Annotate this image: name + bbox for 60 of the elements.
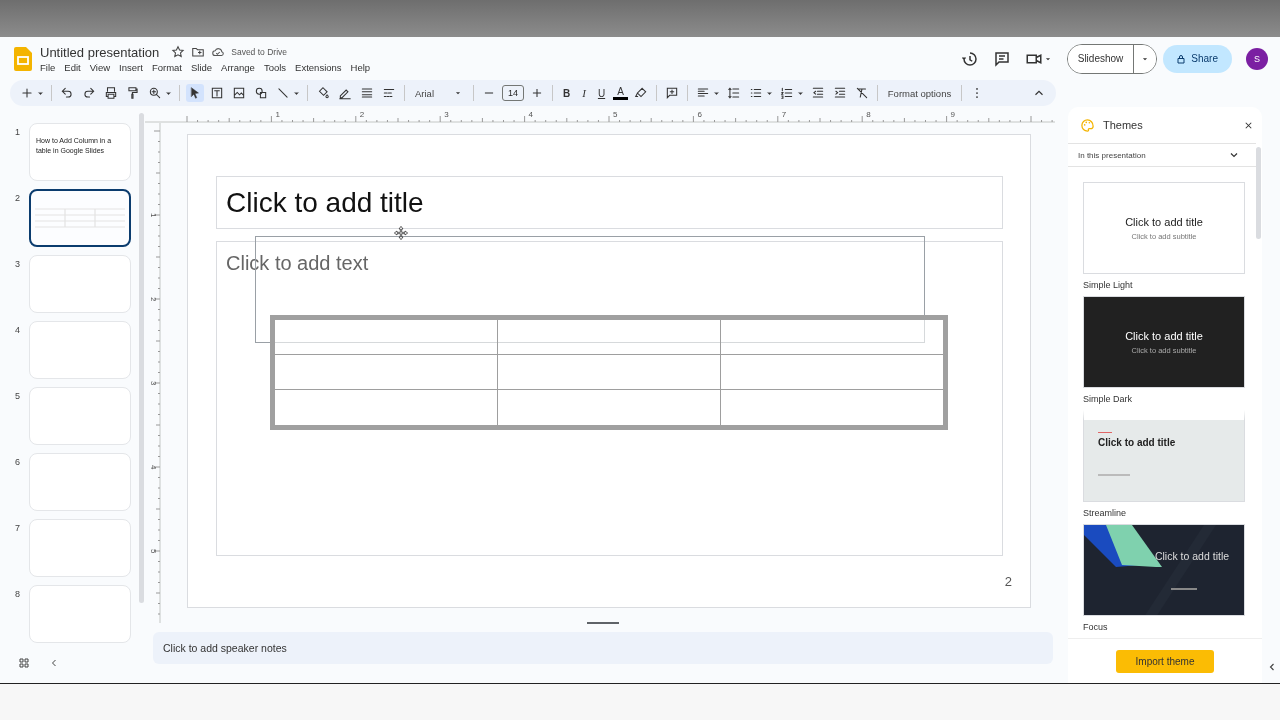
import-theme-button[interactable]: Import theme [1116,649,1214,673]
menu-item[interactable]: Arrange [221,61,255,73]
menu-item[interactable]: Tools [263,61,287,73]
menu-item[interactable]: Help [350,61,371,73]
format-options-button[interactable]: Format options [883,87,956,99]
ruler-number: 5 [613,110,618,119]
slide-number: 1 [14,126,21,137]
slide-number: 8 [14,588,21,599]
title-placeholder[interactable]: Click to add title [216,176,1003,229]
theme-preview[interactable]: Click to add title [1083,410,1245,502]
theme-name: Streamline [1083,508,1128,518]
format-button[interactable]: B [559,87,575,99]
ruler-number: 1 [149,213,158,218]
ruler-number: 7 [781,110,787,119]
ruler-number: 4 [528,110,534,119]
menu-item[interactable]: File [40,61,56,73]
slide-number: 5 [14,390,21,401]
slide-number: 7 [14,522,21,533]
menu-item[interactable]: Slide [190,61,213,73]
theme-title-text: Click to add title [1154,550,1230,562]
theme-name: Simple Dark [1083,394,1133,404]
font-dropdown[interactable]: Arial [411,87,467,99]
ruler-number: 5 [149,549,158,554]
ruler-number: 9 [950,110,956,119]
menu-item[interactable]: Extensions [295,61,342,73]
theme-name: Focus [1083,622,1109,632]
ruler-number: 3 [444,110,449,119]
slide-number: 3 [14,258,21,269]
theme-name: Simple Light [1083,280,1134,290]
menu-item[interactable]: Edit [64,61,81,73]
ruler-number: 3 [149,381,158,386]
document-title[interactable]: Untitled presentation [40,44,160,60]
slide-number: 6 [14,456,21,467]
avatar[interactable]: S [1246,47,1268,70]
format-button[interactable]: A [613,86,628,100]
ruler-number: 4 [149,465,158,470]
panel-title: Themes [1103,119,1143,131]
slide-number: 4 [14,324,21,335]
ruler-number: 8 [866,110,871,119]
share-button[interactable]: Share [1163,44,1232,73]
speaker-notes-field[interactable]: Click to add speaker notes [153,632,1053,664]
theme-title-text: Click to add title [1125,329,1203,342]
format-button[interactable]: U [593,87,610,99]
ruler-number: 6 [697,110,702,119]
font-size-field[interactable]: 14 [502,85,524,101]
menu-item[interactable]: Insert [119,61,143,73]
menu-item[interactable]: Format [151,61,182,73]
ruler-number: 2 [359,110,365,119]
theme-preview[interactable]: Click to add title [1083,524,1245,616]
menu-item[interactable]: View [89,61,111,73]
theme-filter-dropdown[interactable]: In this presentation [1068,143,1256,167]
slideshow-button[interactable]: Slideshow [1067,44,1135,73]
page-number: 2 [1004,574,1012,589]
theme-title-text: Click to add title [1098,437,1176,448]
ruler-number: 2 [149,297,158,302]
slide-number: 2 [14,192,21,203]
format-button[interactable]: I [578,87,590,99]
save-status: Saved to Drive [231,47,287,57]
ruler-number: 1 [275,110,280,119]
theme-title-text: Click to add title [1125,215,1203,228]
